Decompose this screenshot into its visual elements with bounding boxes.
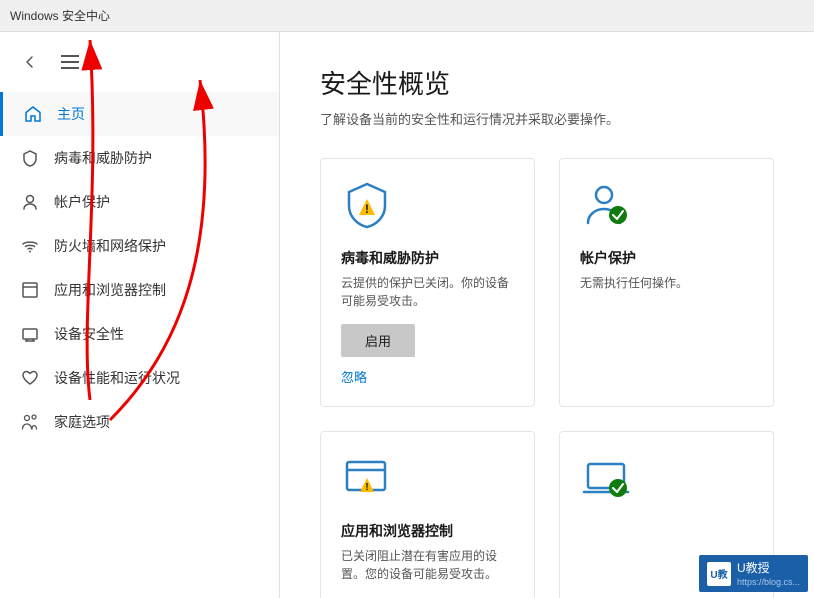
watermark-text: U教授 https://blog.cs... [737, 559, 800, 588]
app-card-desc: 已关闭阻止潜在有害应用的设置。您的设备可能易受攻击。 [341, 547, 514, 583]
sidebar-item-device[interactable]: 设备安全性 [0, 312, 279, 356]
app-icon [20, 280, 40, 300]
sidebar-top [0, 40, 279, 84]
home-icon [23, 104, 43, 124]
page-subtitle: 了解设备当前的安全性和运行情况并采取必要操作。 [320, 109, 774, 128]
sidebar-item-label-home: 主页 [57, 104, 85, 124]
sidebar-item-label-app: 应用和浏览器控制 [54, 280, 166, 300]
app-window: Windows 安全中心 [0, 0, 814, 598]
card-app: ! 应用和浏览器控制 已关闭阻止潜在有害应用的设置。您的设备可能易受攻击。 [320, 431, 535, 598]
app-card-title: 应用和浏览器控制 [341, 521, 514, 541]
card-virus: ! 病毒和威胁防护 云提供的保护已关闭。你的设备可能易受攻击。 启用 忽略 [320, 158, 535, 407]
sidebar-item-label-performance: 设备性能和运行状况 [54, 368, 180, 388]
back-button[interactable] [16, 48, 44, 76]
ignore-link[interactable]: 忽略 [341, 367, 514, 386]
device-icon [20, 324, 40, 344]
heart-icon [20, 368, 40, 388]
sidebar-item-firewall[interactable]: 防火墙和网络保护 [0, 224, 279, 268]
sidebar-item-family[interactable]: 家庭选项 [0, 400, 279, 444]
page-title: 安全性概览 [320, 64, 774, 101]
watermark-icon: U教 [707, 562, 731, 586]
virus-card-title: 病毒和威胁防护 [341, 248, 514, 268]
svg-text:!: ! [365, 202, 369, 216]
app-card-icon: ! [341, 452, 514, 509]
sidebar-item-label-family: 家庭选项 [54, 412, 110, 432]
title-bar-text: Windows 安全中心 [10, 7, 110, 24]
sidebar-item-label-account: 帐户保护 [54, 192, 110, 212]
card-account: 帐户保护 无需执行任何操作。 [559, 158, 774, 407]
enable-button[interactable]: 启用 [341, 324, 415, 357]
account-card-icon [580, 179, 753, 236]
watermark: U教 U教授 https://blog.cs... [699, 555, 808, 592]
right-content: 安全性概览 了解设备当前的安全性和运行情况并采取必要操作。 ! 病毒和 [280, 32, 814, 598]
account-card-title: 帐户保护 [580, 248, 753, 268]
main-content: 主页 病毒和威胁防护 [0, 32, 814, 598]
hamburger-button[interactable] [56, 48, 84, 76]
wifi-icon [20, 236, 40, 256]
watermark-url: https://blog.cs... [737, 577, 800, 587]
svg-text:!: ! [365, 482, 368, 493]
sidebar-item-label-device: 设备安全性 [54, 324, 124, 344]
sidebar-item-account[interactable]: 帐户保护 [0, 180, 279, 224]
virus-card-icon: ! [341, 179, 514, 236]
device-card-icon [580, 452, 753, 509]
sidebar-item-app[interactable]: 应用和浏览器控制 [0, 268, 279, 312]
title-bar: Windows 安全中心 [0, 0, 814, 32]
account-card-desc: 无需执行任何操作。 [580, 274, 753, 292]
sidebar-item-label-virus: 病毒和威胁防护 [54, 148, 152, 168]
sidebar-item-label-firewall: 防火墙和网络保护 [54, 236, 166, 256]
family-icon [20, 412, 40, 432]
sidebar-item-performance[interactable]: 设备性能和运行状况 [0, 356, 279, 400]
sidebar: 主页 病毒和威胁防护 [0, 32, 280, 598]
shield-icon [20, 148, 40, 168]
account-icon [20, 192, 40, 212]
sidebar-item-virus[interactable]: 病毒和威胁防护 [0, 136, 279, 180]
sidebar-item-home[interactable]: 主页 [0, 92, 279, 136]
sidebar-navigation: 主页 病毒和威胁防护 [0, 92, 279, 444]
cards-grid: ! 病毒和威胁防护 云提供的保护已关闭。你的设备可能易受攻击。 启用 忽略 [320, 158, 774, 598]
virus-card-desc: 云提供的保护已关闭。你的设备可能易受攻击。 [341, 274, 514, 310]
